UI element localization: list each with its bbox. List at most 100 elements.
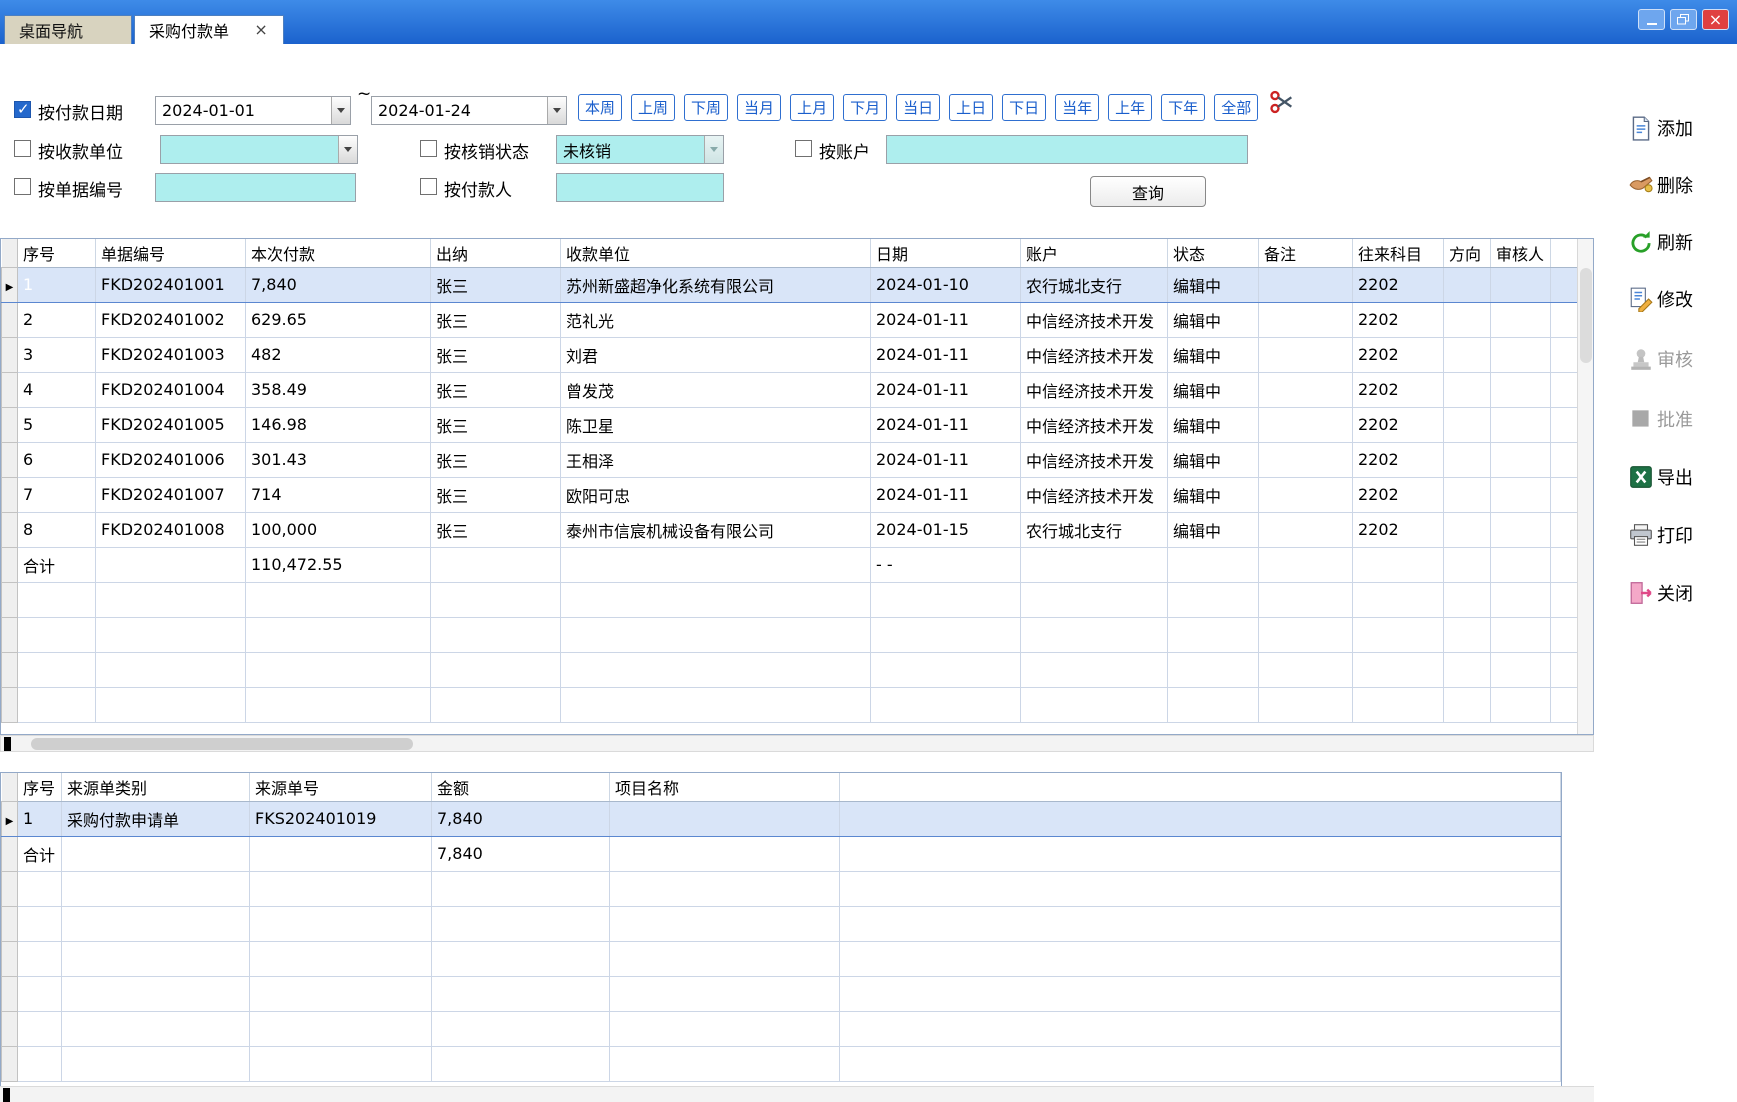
cell[interactable]: [18, 617, 96, 652]
cell[interactable]: [431, 652, 561, 687]
cell[interactable]: 张三: [431, 337, 561, 372]
column-header[interactable]: 日期: [871, 239, 1021, 267]
cell[interactable]: 7: [18, 477, 96, 512]
cell[interactable]: [1259, 617, 1353, 652]
cell[interactable]: [1021, 582, 1168, 617]
cell[interactable]: [1353, 687, 1444, 722]
cell[interactable]: [250, 976, 432, 1011]
cell[interactable]: 中信经济技术开发: [1021, 477, 1168, 512]
cell[interactable]: 2202: [1353, 477, 1444, 512]
next-week-button[interactable]: 下周: [684, 94, 728, 121]
column-header[interactable]: 序号: [18, 773, 62, 801]
cell[interactable]: 张三: [431, 302, 561, 337]
cell[interactable]: 2202: [1353, 407, 1444, 442]
scrollbar-thumb[interactable]: [31, 738, 413, 750]
cell[interactable]: 2024-01-11: [871, 477, 1021, 512]
cell[interactable]: FKS202401019: [250, 801, 432, 836]
cell[interactable]: [18, 941, 62, 976]
cell[interactable]: [18, 582, 96, 617]
cell[interactable]: [1444, 652, 1491, 687]
cell[interactable]: FKD202401002: [96, 302, 246, 337]
cell[interactable]: [1021, 617, 1168, 652]
account-input[interactable]: [886, 135, 1248, 164]
filter-by-docno-checkbox[interactable]: [14, 178, 31, 195]
cell[interactable]: 6: [18, 442, 96, 477]
cell[interactable]: 张三: [431, 512, 561, 547]
cell[interactable]: [250, 1011, 432, 1046]
cell[interactable]: [96, 582, 246, 617]
column-header[interactable]: 账户: [1021, 239, 1168, 267]
cell[interactable]: 2202: [1353, 442, 1444, 477]
filter-by-payee-checkbox[interactable]: [14, 140, 31, 157]
cell[interactable]: [1259, 547, 1353, 582]
refresh-button[interactable]: 刷新: [1628, 224, 1693, 260]
cell[interactable]: 张三: [431, 372, 561, 407]
cell[interactable]: [1444, 442, 1491, 477]
close-button[interactable]: 关闭: [1628, 575, 1693, 611]
cell[interactable]: 482: [246, 337, 431, 372]
cell[interactable]: [96, 547, 246, 582]
cell[interactable]: [18, 1046, 62, 1081]
cell[interactable]: 2202: [1353, 302, 1444, 337]
cell[interactable]: [431, 687, 561, 722]
chevron-down-icon[interactable]: [547, 97, 566, 124]
cell[interactable]: [1491, 302, 1551, 337]
date-to-input[interactable]: 2024-01-24: [371, 96, 567, 125]
cell[interactable]: [1491, 687, 1551, 722]
cell[interactable]: [1259, 407, 1353, 442]
cell[interactable]: [610, 1011, 840, 1046]
cell[interactable]: 泰州市信宸机械设备有限公司: [561, 512, 871, 547]
column-header[interactable]: 项目名称: [610, 773, 840, 801]
cell[interactable]: [62, 1011, 250, 1046]
cell[interactable]: [871, 582, 1021, 617]
tab-purchase-payment[interactable]: 采购付款单: [134, 15, 284, 44]
cell[interactable]: [431, 547, 561, 582]
cell[interactable]: [871, 617, 1021, 652]
cell[interactable]: [1021, 652, 1168, 687]
cell[interactable]: [250, 836, 432, 871]
cell[interactable]: 中信经济技术开发: [1021, 372, 1168, 407]
doc-no-input[interactable]: [155, 173, 356, 202]
modify-button[interactable]: 修改: [1628, 281, 1693, 317]
cell[interactable]: [96, 687, 246, 722]
cell[interactable]: [1444, 582, 1491, 617]
cell[interactable]: 100,000: [246, 512, 431, 547]
all-button[interactable]: 全部: [1214, 94, 1258, 121]
this-month-button[interactable]: 当月: [737, 94, 781, 121]
cell[interactable]: 4: [18, 372, 96, 407]
cell[interactable]: 编辑中: [1168, 267, 1259, 302]
cell[interactable]: 2024-01-10: [871, 267, 1021, 302]
table-row[interactable]: 1FKD2024010017,840张三苏州新盛超净化系统有限公司2024-01…: [2, 267, 1578, 302]
cell[interactable]: 中信经济技术开发: [1021, 442, 1168, 477]
cell[interactable]: [432, 871, 610, 906]
payee-select[interactable]: [160, 135, 358, 164]
cell[interactable]: [432, 976, 610, 1011]
chevron-down-icon[interactable]: [338, 136, 357, 163]
column-header[interactable]: 本次付款: [246, 239, 431, 267]
cell[interactable]: 7,840: [432, 801, 610, 836]
cell[interactable]: 3: [18, 337, 96, 372]
next-year-button[interactable]: 下年: [1161, 94, 1205, 121]
cell[interactable]: [871, 687, 1021, 722]
cell[interactable]: [18, 652, 96, 687]
cell[interactable]: 王相泽: [561, 442, 871, 477]
cell[interactable]: 张三: [431, 477, 561, 512]
cell[interactable]: [246, 617, 431, 652]
cell[interactable]: 301.43: [246, 442, 431, 477]
print-button[interactable]: 打印: [1628, 517, 1693, 553]
cell[interactable]: 张三: [431, 442, 561, 477]
today-button[interactable]: 当日: [896, 94, 940, 121]
cell[interactable]: [610, 801, 840, 836]
filter-by-payer-checkbox[interactable]: [420, 178, 437, 195]
cell[interactable]: [62, 976, 250, 1011]
cell[interactable]: [1444, 372, 1491, 407]
cell[interactable]: [1491, 337, 1551, 372]
filter-by-account-checkbox[interactable]: [795, 140, 812, 157]
last-month-button[interactable]: 上月: [790, 94, 834, 121]
cell[interactable]: FKD202401001: [96, 267, 246, 302]
table-row[interactable]: 3FKD202401003482张三刘君2024-01-11中信经济技术开发编辑…: [2, 337, 1578, 372]
column-header[interactable]: 方向: [1444, 239, 1491, 267]
cell[interactable]: [610, 836, 840, 871]
cell[interactable]: 中信经济技术开发: [1021, 337, 1168, 372]
cell[interactable]: [1491, 407, 1551, 442]
